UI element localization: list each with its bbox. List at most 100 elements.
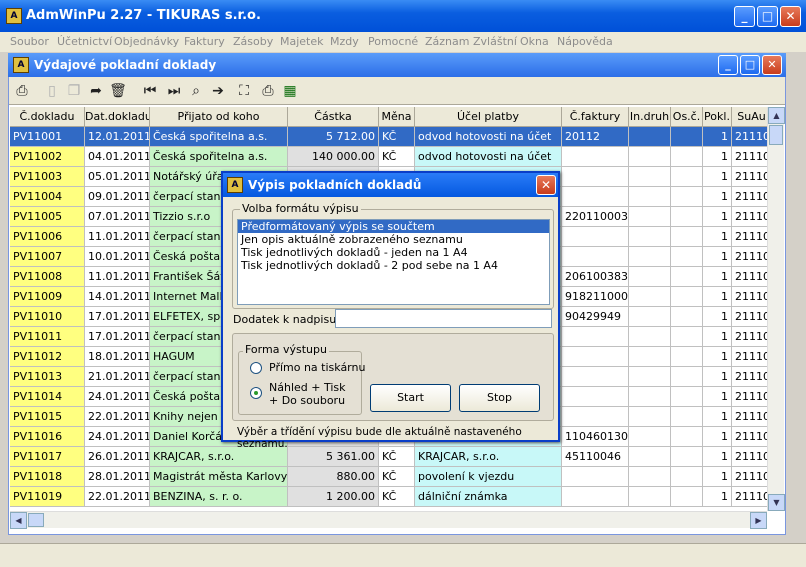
inner-close-button[interactable]: ✕ xyxy=(762,55,782,75)
column-header[interactable]: Měna xyxy=(379,107,415,127)
table-row[interactable]: PV11018 28.01.2011 Magistrát města Karlovy… xyxy=(10,467,767,487)
inner-maximize-button[interactable]: □ xyxy=(740,55,760,75)
app-title: AdmWinPu 2.27 - TIKURAS s.r.o. xyxy=(26,8,261,23)
menu-item[interactable]: Soubor xyxy=(10,35,49,48)
table-cell: PV11013 xyxy=(10,367,85,387)
scroll-thumb[interactable] xyxy=(769,125,783,145)
table-cell: PV11002 xyxy=(10,147,85,167)
table-cell: 1 xyxy=(703,287,732,307)
format-option[interactable]: Předformátovaný výpis se součtem xyxy=(238,220,549,233)
hscroll-thumb[interactable] xyxy=(28,513,44,527)
column-header[interactable]: Pokl. xyxy=(703,107,732,127)
format-option[interactable]: Tisk jednotlivých dokladů - jeden na 1 A… xyxy=(238,246,549,259)
stop-button[interactable]: Stop xyxy=(459,384,540,412)
table-cell xyxy=(629,247,671,267)
column-header[interactable]: Dat.dokladu xyxy=(85,107,150,127)
column-header[interactable]: Přijato od koho xyxy=(150,107,288,127)
table-cell: 07.01.2011 xyxy=(85,207,150,227)
inner-title: Výdajové pokladní doklady xyxy=(34,58,217,72)
menu-item[interactable]: Majetek xyxy=(280,35,324,48)
scroll-left-icon[interactable]: ◀ xyxy=(10,512,27,529)
table-cell xyxy=(629,167,671,187)
column-header[interactable]: In.druh xyxy=(629,107,671,127)
next-icon[interactable]: ➔ xyxy=(209,82,227,100)
dialog-close-button[interactable]: ✕ xyxy=(536,175,556,195)
table-cell: PV11008 xyxy=(10,267,85,287)
table-cell xyxy=(671,447,703,467)
format-option[interactable]: Jen opis aktuálně zobrazeného seznamu xyxy=(238,233,549,246)
app-icon: A xyxy=(6,8,22,24)
menu-item[interactable]: Objednávky xyxy=(114,35,179,48)
column-header[interactable]: Účel platby xyxy=(415,107,562,127)
table-cell xyxy=(671,467,703,487)
table-cell: 21110 xyxy=(732,187,767,207)
menu-item[interactable]: Zvláštní xyxy=(473,35,517,48)
table-cell xyxy=(671,207,703,227)
output-group-label: Forma výstupu xyxy=(243,343,329,356)
table-cell: 21110 xyxy=(732,147,767,167)
menu-item[interactable]: Faktury xyxy=(184,35,225,48)
start-button[interactable]: Start xyxy=(370,384,451,412)
column-header[interactable]: SuAu xyxy=(732,107,767,127)
scroll-right-icon[interactable]: ▶ xyxy=(750,512,767,529)
column-header[interactable]: Os.č. xyxy=(671,107,703,127)
menu-item[interactable]: Mzdy xyxy=(330,35,359,48)
excel-icon[interactable]: ▦ xyxy=(281,82,299,100)
table-cell xyxy=(671,407,703,427)
table-cell: 21110 xyxy=(732,487,767,507)
delete-icon[interactable]: 🗑 xyxy=(109,82,127,100)
select-icon[interactable]: ⛶ xyxy=(235,82,253,100)
menu-item[interactable]: Zásoby xyxy=(233,35,273,48)
copy-icon[interactable]: ❐ xyxy=(65,82,83,100)
table-row[interactable]: PV11019 22.01.2011 BENZINA, s. r. o. 1 200.… xyxy=(10,487,767,507)
maximize-button[interactable]: □ xyxy=(757,6,778,27)
column-header[interactable]: Částka xyxy=(288,107,379,127)
first-icon[interactable]: ⏮ xyxy=(141,82,159,100)
table-row[interactable]: PV11017 26.01.2011 KRAJCAR, s.r.o. 5 361.00… xyxy=(10,447,767,467)
addon-input[interactable] xyxy=(335,309,552,328)
table-cell: 90429949 xyxy=(562,307,629,327)
table-cell: 17.01.2011 xyxy=(85,327,150,347)
table-cell xyxy=(671,387,703,407)
table-cell: odvod hotovosti na účet xyxy=(415,127,562,147)
minimize-button[interactable]: _ xyxy=(734,6,755,27)
table-cell: 11.01.2011 xyxy=(85,267,150,287)
table-cell: 5 361.00 xyxy=(288,447,379,467)
table-cell xyxy=(562,247,629,267)
table-row[interactable]: PV11001 12.01.2011 Česká spořitelna a.s. 5 … xyxy=(10,127,767,147)
table-cell: PV11011 xyxy=(10,327,85,347)
table-cell xyxy=(562,467,629,487)
menu-item[interactable]: Okna xyxy=(520,35,549,48)
scroll-down-icon[interactable]: ▼ xyxy=(768,494,785,511)
menu-item[interactable]: Záznam xyxy=(425,35,469,48)
scroll-up-icon[interactable]: ▲ xyxy=(768,107,785,124)
search-icon[interactable]: ⌕ xyxy=(187,82,205,100)
toolbar: ⎙ ▯ ❐ ➦ 🗑 ⏮ ⏭ ⌕ ➔ ⛶ ⎙ ▦ xyxy=(9,77,785,105)
menu-item[interactable]: Účetnictví xyxy=(57,35,112,48)
format-option[interactable]: Tisk jednotlivých dokladů - 2 pod sebe n… xyxy=(238,259,549,272)
vertical-scrollbar[interactable]: ▲ ▼ xyxy=(767,107,785,511)
table-cell xyxy=(562,147,629,167)
printer-icon[interactable]: ⎙ xyxy=(13,82,31,100)
inner-minimize-button[interactable]: _ xyxy=(718,55,738,75)
last-icon[interactable]: ⏭ xyxy=(165,82,183,100)
radio-printer[interactable] xyxy=(250,362,262,374)
horizontal-scrollbar[interactable]: ◀ ▶ xyxy=(10,511,767,529)
column-header[interactable]: Č.faktury xyxy=(562,107,629,127)
table-row[interactable]: PV11002 04.01.2011 Česká spořitelna a.s. 14… xyxy=(10,147,767,167)
new-icon[interactable]: ▯ xyxy=(43,82,61,100)
format-group-label: Volba formátu výpisu xyxy=(240,202,361,215)
menu-item[interactable]: Pomocné xyxy=(368,35,418,48)
print-icon[interactable]: ⎙ xyxy=(259,82,277,100)
radio-preview[interactable] xyxy=(250,387,262,399)
menu-item[interactable]: Nápověda xyxy=(557,35,613,48)
open-icon[interactable]: ➦ xyxy=(87,82,105,100)
format-listbox[interactable]: Předformátovaný výpis se součtem Jen opis… xyxy=(237,219,550,305)
close-button[interactable]: ✕ xyxy=(780,6,801,27)
table-cell: 21110 xyxy=(732,267,767,287)
column-header[interactable]: Č.dokladu xyxy=(10,107,85,127)
table-cell: 21110 xyxy=(732,287,767,307)
table-cell: PV11009 xyxy=(10,287,85,307)
table-cell xyxy=(629,487,671,507)
table-cell xyxy=(629,467,671,487)
